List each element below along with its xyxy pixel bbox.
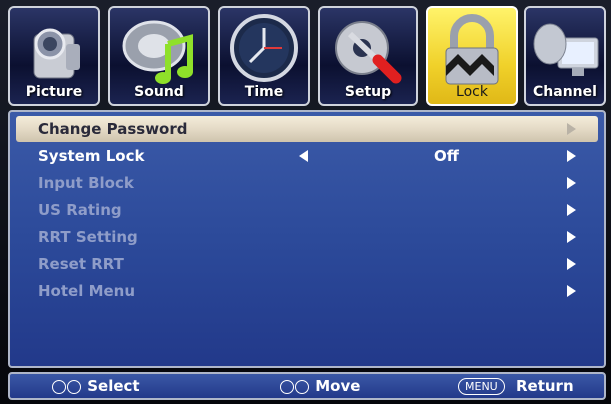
chevron-right-icon: [567, 231, 576, 243]
tab-lock[interactable]: Lock: [426, 6, 518, 106]
left-arrow-key-icon: [280, 379, 294, 394]
menu-item-hotel-menu[interactable]: Hotel Menu: [16, 278, 598, 304]
menu-item-system-lock[interactable]: System Lock Off: [16, 143, 598, 169]
key-hint-bar: Select Move MENU Return: [8, 372, 606, 400]
hint-select-label: Select: [87, 377, 140, 395]
tab-label: Setup: [344, 84, 392, 100]
menu-item-reset-rrt[interactable]: Reset RRT: [16, 251, 598, 277]
tab-picture[interactable]: Picture: [8, 6, 100, 106]
menu-item-label: US Rating: [38, 201, 122, 219]
menu-item-label: System Lock: [38, 147, 145, 165]
menu-item-label: Input Block: [38, 174, 134, 192]
menu-item-rrt-setting[interactable]: RRT Setting: [16, 224, 598, 250]
chevron-right-icon: [567, 204, 576, 216]
menu-item-label: Change Password: [38, 120, 188, 138]
camera-icon: [10, 14, 98, 86]
chevron-right-icon[interactable]: [567, 150, 576, 162]
satellite-dish-icon: [526, 14, 604, 86]
chevron-right-icon: [567, 258, 576, 270]
menu-item-us-rating[interactable]: US Rating: [16, 197, 598, 223]
chevron-right-icon: [567, 123, 576, 135]
menu-item-change-password[interactable]: Change Password: [16, 116, 598, 142]
hint-move: Move: [280, 374, 360, 398]
down-arrow-key-icon: [67, 379, 81, 394]
up-arrow-key-icon: [52, 379, 66, 394]
menu-item-input-block[interactable]: Input Block: [16, 170, 598, 196]
chevron-right-icon: [567, 177, 576, 189]
tab-channel[interactable]: Channel: [524, 6, 606, 106]
lock-menu-panel: Change Password System Lock Off Input Bl…: [8, 110, 606, 368]
tab-label: Time: [244, 84, 284, 100]
hint-move-label: Move: [315, 377, 361, 395]
padlock-icon: [428, 14, 516, 86]
tab-label: Picture: [25, 84, 83, 100]
tab-label: Sound: [134, 84, 184, 100]
hint-return-label: Return: [515, 377, 574, 395]
tab-setup[interactable]: Setup: [318, 6, 418, 106]
menu-item-label: Hotel Menu: [38, 282, 136, 300]
right-arrow-key-icon: [295, 379, 309, 394]
screwdriver-icon: [320, 14, 416, 86]
chevron-left-icon[interactable]: [299, 150, 308, 162]
music-note-icon: [110, 14, 208, 86]
chevron-right-icon: [567, 285, 576, 297]
tab-label: Lock: [456, 84, 488, 100]
menu-item-label: RRT Setting: [38, 228, 138, 246]
tab-label: Channel: [533, 84, 597, 100]
category-tab-bar: Picture Sound Time Setup Lock Channel: [8, 6, 606, 106]
hint-select: Select: [52, 374, 140, 398]
menu-item-label: Reset RRT: [38, 255, 124, 273]
hint-return: MENU Return: [458, 374, 574, 398]
tab-time[interactable]: Time: [218, 6, 310, 106]
clock-icon: [220, 14, 308, 86]
menu-key-icon: MENU: [458, 378, 505, 395]
system-lock-value: Off: [434, 147, 459, 165]
tab-sound[interactable]: Sound: [108, 6, 210, 106]
